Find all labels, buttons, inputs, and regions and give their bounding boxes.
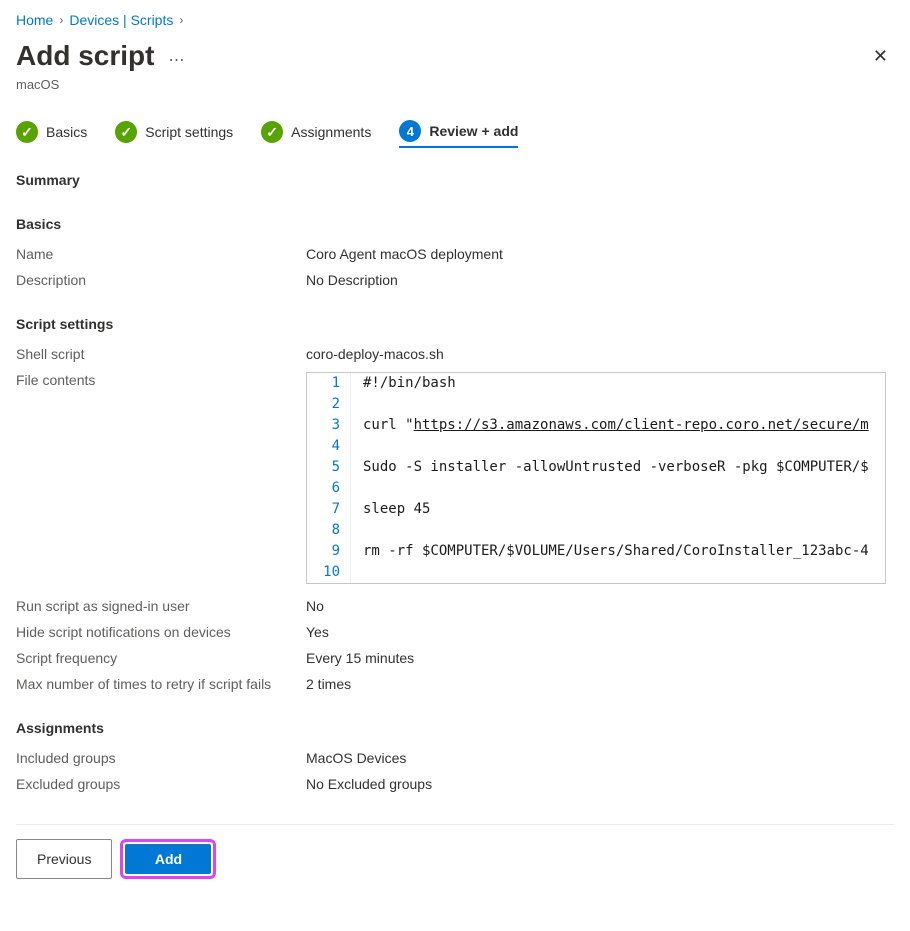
basics-desc-row: Description No Description <box>16 272 894 288</box>
included-groups-label: Included groups <box>16 750 306 766</box>
file-contents-row: File contents 1#!/bin/bash 2 3curl "http… <box>16 372 894 584</box>
page-header: Add script ⋯ ✕ <box>16 40 894 73</box>
code-line: Sudo -S installer -allowUntrusted -verbo… <box>351 457 869 478</box>
basics-desc-value: No Description <box>306 272 894 288</box>
add-button[interactable]: Add <box>125 844 211 874</box>
previous-button[interactable]: Previous <box>16 839 112 879</box>
retry-label: Max number of times to retry if script f… <box>16 676 306 692</box>
file-contents-label: File contents <box>16 372 306 388</box>
checkmark-icon: ✓ <box>261 121 283 143</box>
basics-name-label: Name <box>16 246 306 262</box>
code-line <box>351 478 363 499</box>
footer-actions: Previous Add <box>16 824 894 879</box>
script-settings-title: Script settings <box>16 316 894 332</box>
breadcrumb: Home › Devices | Scripts › <box>16 8 894 28</box>
page-title: Add script <box>16 40 154 72</box>
excluded-groups-label: Excluded groups <box>16 776 306 792</box>
wizard-steps: ✓ Basics ✓ Script settings ✓ Assignments… <box>16 120 894 148</box>
code-line: sleep 45 <box>351 499 430 520</box>
chevron-right-icon: › <box>59 13 63 27</box>
excluded-groups-row: Excluded groups No Excluded groups <box>16 776 894 792</box>
run-signed-label: Run script as signed-in user <box>16 598 306 614</box>
breadcrumb-devices-scripts[interactable]: Devices | Scripts <box>69 12 173 28</box>
step-script-settings[interactable]: ✓ Script settings <box>115 121 233 147</box>
step-assignments[interactable]: ✓ Assignments <box>261 121 371 147</box>
summary-heading: Summary <box>16 172 894 188</box>
checkmark-icon: ✓ <box>16 121 38 143</box>
assignments-title: Assignments <box>16 720 894 736</box>
step-label: Script settings <box>145 124 233 140</box>
freq-value: Every 15 minutes <box>306 650 894 666</box>
more-icon[interactable]: ⋯ <box>168 50 185 70</box>
hide-notif-row: Hide script notifications on devices Yes <box>16 624 894 640</box>
code-line <box>351 562 363 583</box>
retry-row: Max number of times to retry if script f… <box>16 676 894 692</box>
shell-script-row: Shell script coro-deploy-macos.sh <box>16 346 894 362</box>
page-subtitle: macOS <box>16 77 894 92</box>
code-viewer[interactable]: 1#!/bin/bash 2 3curl "https://s3.amazona… <box>306 372 886 584</box>
step-label: Basics <box>46 124 87 140</box>
hide-notif-value: Yes <box>306 624 894 640</box>
run-signed-value: No <box>306 598 894 614</box>
step-basics[interactable]: ✓ Basics <box>16 121 87 147</box>
code-line <box>351 394 363 415</box>
run-signed-row: Run script as signed-in user No <box>16 598 894 614</box>
excluded-groups-value: No Excluded groups <box>306 776 894 792</box>
close-button[interactable]: ✕ <box>867 40 894 73</box>
basics-desc-label: Description <box>16 272 306 288</box>
shell-script-value: coro-deploy-macos.sh <box>306 346 894 362</box>
freq-label: Script frequency <box>16 650 306 666</box>
retry-value: 2 times <box>306 676 894 692</box>
included-groups-value: MacOS Devices <box>306 750 894 766</box>
basics-name-row: Name Coro Agent macOS deployment <box>16 246 894 262</box>
basics-name-value: Coro Agent macOS deployment <box>306 246 894 262</box>
shell-script-label: Shell script <box>16 346 306 362</box>
code-line <box>351 520 363 541</box>
basics-section-title: Basics <box>16 216 894 232</box>
breadcrumb-home[interactable]: Home <box>16 12 53 28</box>
chevron-right-icon: › <box>179 13 183 27</box>
close-icon: ✕ <box>873 46 888 66</box>
add-button-highlight: Add <box>120 839 216 879</box>
checkmark-icon: ✓ <box>115 121 137 143</box>
code-line: rm -rf $COMPUTER/$VOLUME/Users/Shared/Co… <box>351 541 869 562</box>
step-label: Assignments <box>291 124 371 140</box>
step-label: Review + add <box>429 123 518 139</box>
included-groups-row: Included groups MacOS Devices <box>16 750 894 766</box>
hide-notif-label: Hide script notifications on devices <box>16 624 306 640</box>
code-line: #!/bin/bash <box>351 373 456 394</box>
step-number-icon: 4 <box>399 120 421 142</box>
code-line <box>351 436 363 457</box>
code-line: curl "https://s3.amazonaws.com/client-re… <box>351 415 869 436</box>
freq-row: Script frequency Every 15 minutes <box>16 650 894 666</box>
step-review-add[interactable]: 4 Review + add <box>399 120 518 148</box>
